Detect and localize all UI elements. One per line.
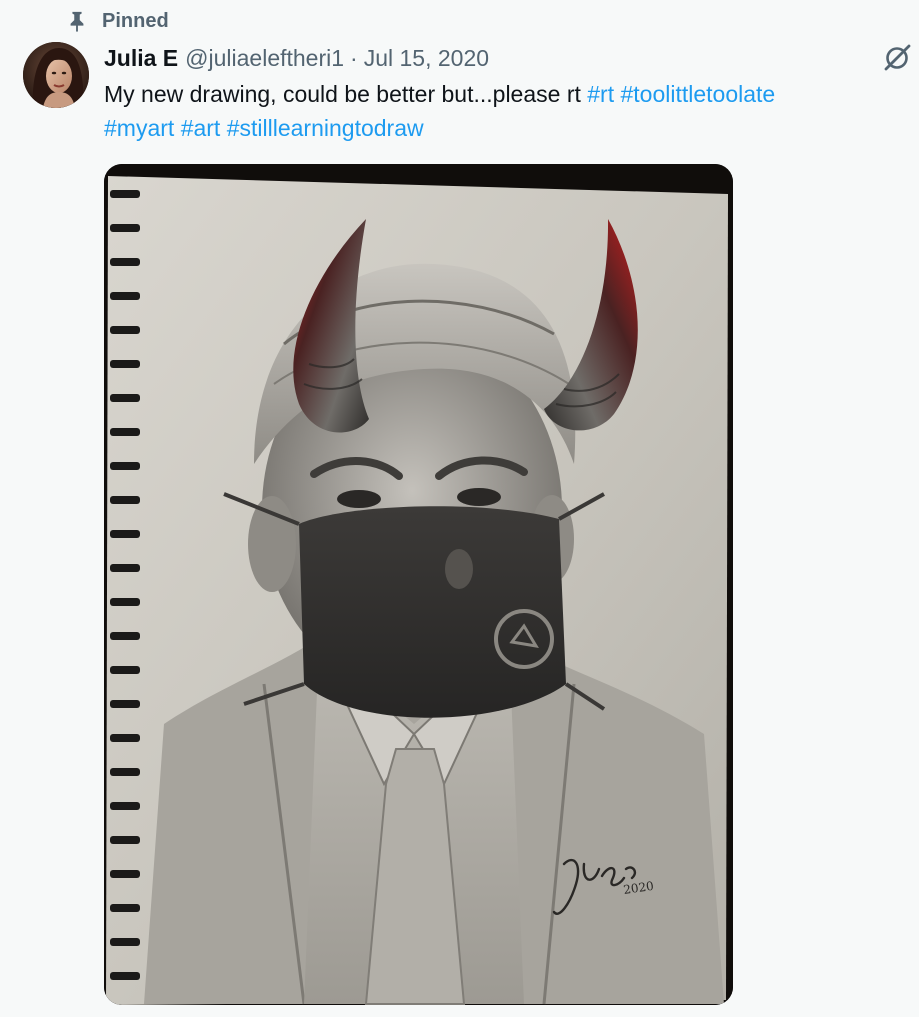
hashtag-link[interactable]: #art — [181, 115, 221, 141]
pencil-drawing-image: 2020 — [104, 164, 733, 1005]
hashtag-link[interactable]: #rt — [587, 81, 614, 107]
hashtag-link[interactable]: #stilllearningtodraw — [227, 115, 424, 141]
pinned-indicator: Pinned — [66, 8, 169, 34]
header-separator: · — [350, 44, 358, 71]
tweet-header: Julia E @juliaeleftheri1 · Jul 15, 2020 — [104, 40, 489, 76]
hashtag-link[interactable]: #toolittletoolate — [621, 81, 776, 107]
tweet-text-body: My new drawing, could be better but...pl… — [104, 81, 588, 107]
grok-icon[interactable] — [881, 42, 913, 74]
author-handle[interactable]: @juliaeleftheri1 — [185, 45, 344, 72]
avatar[interactable] — [23, 42, 89, 108]
hashtag-link[interactable]: #myart — [104, 115, 174, 141]
author-display-name[interactable]: Julia E — [104, 45, 178, 72]
pinned-label: Pinned — [102, 9, 169, 32]
tweet-card[interactable]: Pinned Julia E @juliaeleftheri1 · Jul 15… — [0, 0, 919, 1017]
tweet-media-image[interactable]: 2020 — [104, 164, 733, 1005]
pin-icon — [66, 10, 88, 33]
tweet-text: My new drawing, could be better but...pl… — [104, 77, 894, 145]
tweet-date[interactable]: Jul 15, 2020 — [364, 45, 489, 72]
